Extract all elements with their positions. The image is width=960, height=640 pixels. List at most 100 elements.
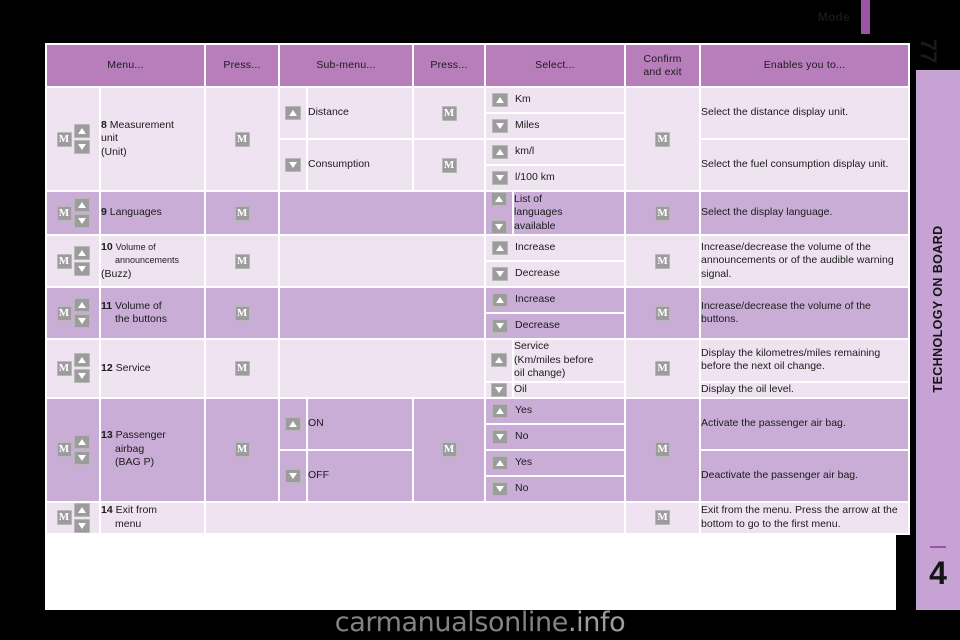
down-arrow-icon[interactable] xyxy=(492,319,509,333)
down-arrow-icon[interactable] xyxy=(73,314,90,328)
m-key-icon[interactable]: M xyxy=(234,360,250,376)
m-key-icon[interactable]: M xyxy=(655,510,671,525)
select-option[interactable]: Decrease xyxy=(486,262,624,286)
down-arrow-icon[interactable] xyxy=(491,220,508,234)
up-arrow-icon[interactable] xyxy=(285,416,302,431)
m-key-icon[interactable]: M xyxy=(56,510,72,525)
confirm-cell-12[interactable]: M xyxy=(626,340,700,397)
down-arrow-icon[interactable] xyxy=(285,158,302,172)
select-option[interactable]: Yes xyxy=(486,451,625,477)
confirm-cell-10[interactable]: M xyxy=(626,236,700,286)
confirm-cell-13[interactable]: M xyxy=(626,398,700,501)
menu-nav-cell-13[interactable]: M xyxy=(47,398,99,501)
down-arrow-icon[interactable] xyxy=(492,481,509,496)
m-key-icon[interactable]: M xyxy=(56,442,72,457)
menu-nav-cell-9[interactable]: M xyxy=(47,192,99,234)
menu-nav-cell-14[interactable]: M xyxy=(47,502,99,533)
up-arrow-icon[interactable] xyxy=(73,434,90,449)
up-arrow-icon[interactable] xyxy=(492,241,509,255)
up-arrow-icon[interactable] xyxy=(491,353,508,368)
m-key-icon[interactable]: M xyxy=(655,360,671,376)
submenu-arrow-13-0[interactable] xyxy=(280,398,307,449)
up-arrow-icon[interactable] xyxy=(491,192,508,206)
up-arrow-icon[interactable] xyxy=(492,145,509,159)
submenu-arrow-cell-8-1[interactable] xyxy=(280,140,307,190)
m-key-icon[interactable]: M xyxy=(234,205,250,221)
m-key-icon[interactable]: M xyxy=(655,442,671,457)
menu-nav-cell-12[interactable]: M xyxy=(47,340,99,397)
down-arrow-icon[interactable] xyxy=(73,262,90,276)
down-arrow-icon[interactable] xyxy=(73,140,90,154)
up-arrow-icon[interactable] xyxy=(73,246,90,260)
menu-nav-cell-10[interactable]: M xyxy=(47,236,99,286)
select-option[interactable]: No xyxy=(486,425,624,449)
m-key-icon[interactable]: M xyxy=(655,253,671,269)
press2-cell-8-0[interactable]: M xyxy=(414,88,485,138)
up-arrow-icon[interactable] xyxy=(73,198,90,212)
press2-cell-8-1[interactable]: M xyxy=(414,140,485,190)
m-key-icon[interactable]: M xyxy=(56,131,72,147)
select-option[interactable]: Increase xyxy=(486,288,625,314)
up-arrow-icon[interactable] xyxy=(492,403,509,418)
m-key-icon[interactable]: M xyxy=(56,205,72,221)
select-option[interactable]: Decrease xyxy=(486,314,624,338)
press-cell-11[interactable]: M xyxy=(206,288,279,338)
menu-nav-cell-11[interactable]: M xyxy=(47,288,99,338)
up-arrow-icon[interactable] xyxy=(285,106,302,120)
select-arrow-12-0[interactable] xyxy=(486,340,513,381)
select-arrow-12-1[interactable] xyxy=(486,382,513,397)
up-arrow-icon[interactable] xyxy=(492,455,509,470)
up-arrow-icon[interactable] xyxy=(73,124,90,138)
confirm-cell-9[interactable]: M xyxy=(626,192,700,234)
m-key-icon[interactable]: M xyxy=(441,105,457,121)
up-arrow-icon[interactable] xyxy=(492,93,509,107)
down-arrow-icon[interactable] xyxy=(492,267,509,281)
press-cell-13[interactable]: M xyxy=(206,398,279,501)
select-option[interactable]: km/l xyxy=(486,140,625,166)
select-arrow-cell-9[interactable] xyxy=(486,192,513,234)
up-arrow-icon[interactable] xyxy=(73,502,90,517)
press2-cell-13[interactable]: M xyxy=(414,398,485,501)
m-key-icon[interactable]: M xyxy=(234,253,250,269)
press-cell-8[interactable]: M xyxy=(206,88,279,190)
confirm-cell-11[interactable]: M xyxy=(626,288,700,338)
confirm-cell-14[interactable]: M xyxy=(626,502,700,533)
m-key-icon[interactable]: M xyxy=(234,131,250,147)
select-option[interactable]: No xyxy=(486,477,624,501)
m-key-icon[interactable]: M xyxy=(441,442,457,457)
m-key-icon[interactable]: M xyxy=(655,131,671,147)
up-arrow-icon[interactable] xyxy=(492,293,509,307)
m-key-icon[interactable]: M xyxy=(234,305,250,321)
down-arrow-icon[interactable] xyxy=(285,468,302,483)
select-option[interactable]: Km xyxy=(486,88,625,114)
m-key-icon[interactable]: M xyxy=(56,305,72,321)
confirm-cell-8[interactable]: M xyxy=(626,88,700,190)
m-key-icon[interactable]: M xyxy=(234,442,250,457)
down-arrow-icon[interactable] xyxy=(73,369,90,384)
submenu-arrow-cell-8-0[interactable] xyxy=(280,88,307,138)
select-option[interactable]: l/100 km xyxy=(486,166,624,190)
select-option[interactable]: Increase xyxy=(486,236,625,262)
select-option[interactable]: Miles xyxy=(486,114,624,138)
up-arrow-icon[interactable] xyxy=(73,353,90,368)
submenu-arrow-13-1[interactable] xyxy=(280,450,307,501)
press-cell-9[interactable]: M xyxy=(206,192,279,234)
m-key-icon[interactable]: M xyxy=(56,360,72,376)
down-arrow-icon[interactable] xyxy=(492,429,509,444)
up-arrow-icon[interactable] xyxy=(73,298,90,312)
down-arrow-icon[interactable] xyxy=(492,171,509,185)
press-cell-12[interactable]: M xyxy=(206,340,279,397)
select-option[interactable]: Yes xyxy=(486,399,625,425)
down-arrow-icon[interactable] xyxy=(491,382,508,397)
down-arrow-icon[interactable] xyxy=(73,214,90,228)
m-key-icon[interactable]: M xyxy=(441,157,457,173)
down-arrow-icon[interactable] xyxy=(73,518,90,533)
m-key-icon[interactable]: M xyxy=(655,205,671,221)
m-key-icon[interactable]: M xyxy=(655,305,671,321)
enables-text: Display the kilometres/miles remaining b… xyxy=(701,346,881,373)
menu-nav-cell-8[interactable]: M xyxy=(47,88,99,190)
down-arrow-icon[interactable] xyxy=(492,119,509,133)
m-key-icon[interactable]: M xyxy=(56,253,72,269)
press-cell-10[interactable]: M xyxy=(206,236,279,286)
down-arrow-icon[interactable] xyxy=(73,450,90,465)
